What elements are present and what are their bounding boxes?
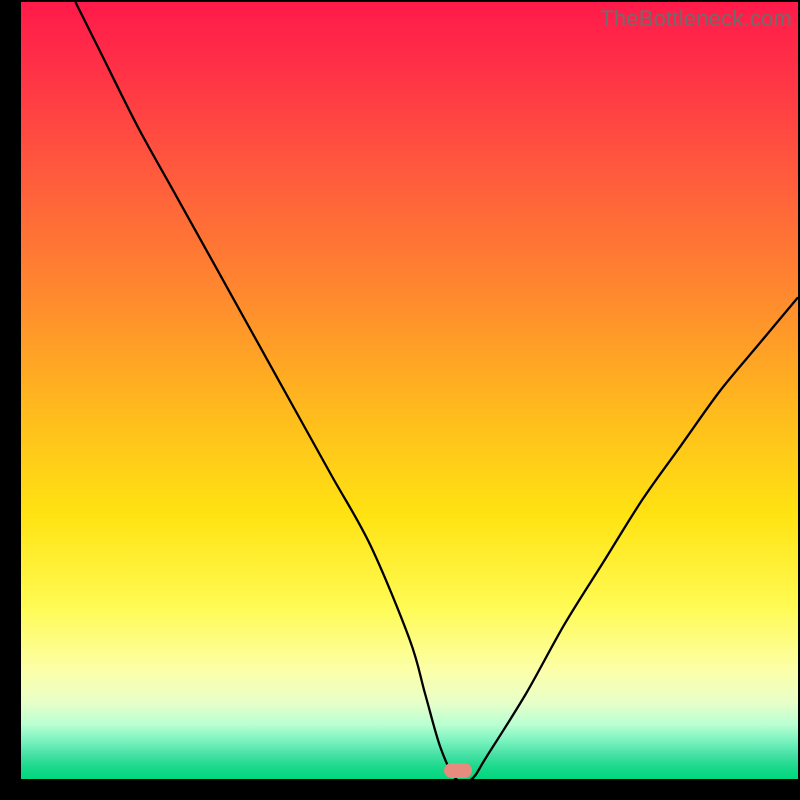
optimal-marker xyxy=(444,763,472,778)
attribution-label: TheBottleneck.com xyxy=(600,6,792,32)
bottleneck-curve xyxy=(21,2,798,779)
plot-area: TheBottleneck.com xyxy=(21,2,798,779)
chart-frame: TheBottleneck.com xyxy=(0,0,800,800)
